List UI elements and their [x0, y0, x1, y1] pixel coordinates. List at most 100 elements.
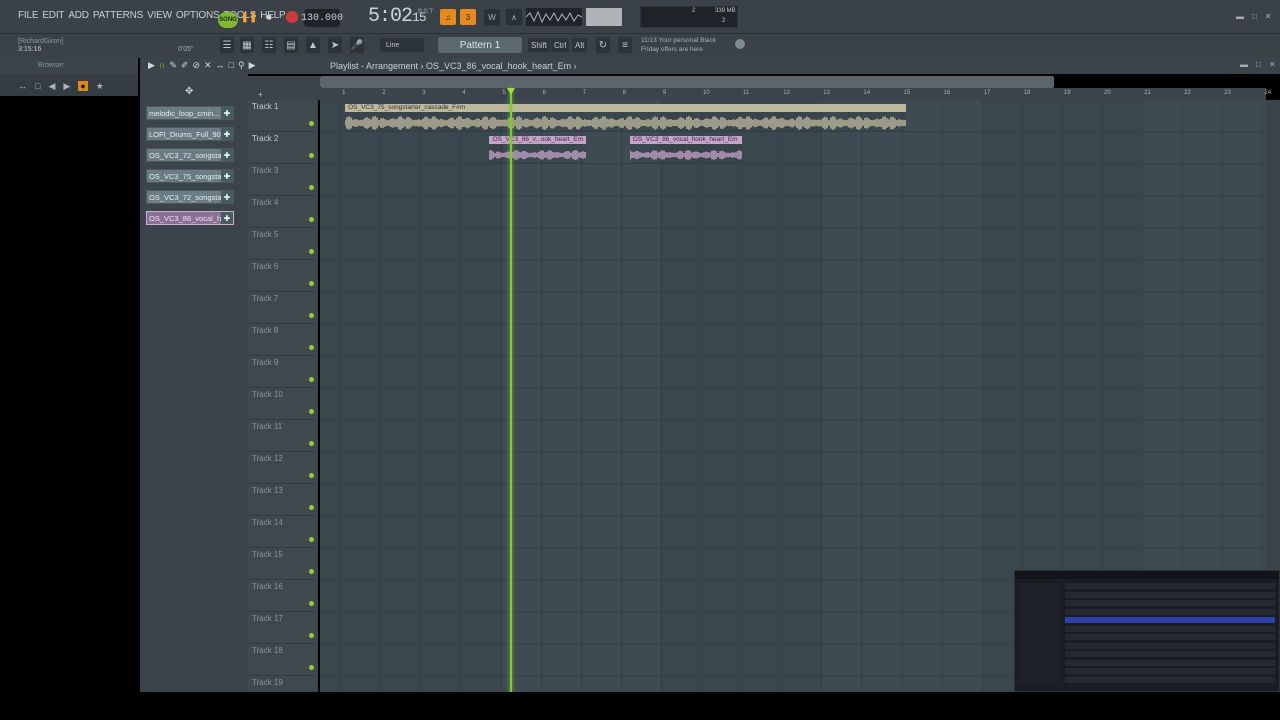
track-enable-led[interactable] — [309, 473, 314, 478]
track-header[interactable]: Track 9 — [248, 356, 318, 388]
channel-button[interactable]: LOFI_Drums_Full_90 ✚ — [146, 127, 234, 141]
track-enable-led[interactable] — [309, 505, 314, 510]
track-header[interactable]: Track 3 — [248, 164, 318, 196]
drag-icon[interactable]: ✥ — [185, 86, 193, 97]
plus-icon[interactable]: ✚ — [221, 170, 233, 182]
arrow-right-icon[interactable]: ▶ — [148, 60, 155, 71]
track-enable-led[interactable] — [309, 665, 314, 670]
menu-view[interactable]: VIEW — [147, 10, 172, 21]
track-header[interactable]: Track 6 — [248, 260, 318, 292]
track-enable-led[interactable] — [309, 249, 314, 254]
slip-icon[interactable]: ↔ — [216, 60, 225, 71]
magnet-icon[interactable]: ∩ — [159, 60, 165, 71]
track-enable-led[interactable] — [309, 185, 314, 190]
plugin-icon[interactable]: ▲ — [306, 37, 320, 53]
close-icon[interactable]: ✕ — [1265, 12, 1272, 21]
track-enable-led[interactable] — [309, 409, 314, 414]
time-display[interactable]: 5:0215 — [368, 5, 427, 28]
track-header[interactable]: Track 14 — [248, 516, 318, 548]
back-icon[interactable]: ◀ — [48, 81, 55, 92]
track-enable-led[interactable] — [309, 601, 314, 606]
audio-clip[interactable]: OS_VC3_75_songstarter_cascade_F#m — [345, 104, 907, 132]
plus-icon[interactable]: ✚ — [221, 149, 233, 161]
playhead-marker[interactable] — [506, 88, 515, 95]
track-header[interactable]: Track 16 — [248, 580, 318, 612]
menu-patterns[interactable]: PATTERNS — [93, 10, 143, 21]
select-icon[interactable]: □ — [229, 60, 234, 71]
track-enable-led[interactable] — [309, 377, 314, 382]
channel-button[interactable]: OS_VC3_72_songstar... ✚ — [146, 148, 234, 162]
track-enable-led[interactable] — [309, 633, 314, 638]
menu-options[interactable]: OPTIONS — [176, 10, 220, 21]
maximize-icon[interactable]: □ — [1252, 12, 1257, 21]
audio-clip[interactable]: OS_VC3_86_vocal_hook_heart_Em — [629, 136, 743, 164]
pattern-selector[interactable]: Pattern 1 — [438, 37, 522, 53]
play-icon[interactable]: ❚❚ — [241, 10, 258, 24]
maximize-icon[interactable]: □ — [1256, 60, 1261, 69]
blend-icon[interactable]: ∧ — [506, 9, 522, 25]
mixer-icon[interactable]: ▤ — [284, 37, 298, 53]
track-enable-led[interactable] — [309, 121, 314, 126]
horizontal-scrollbar[interactable] — [320, 76, 1054, 88]
channel-button[interactable]: melodic_loop_cmin... ✚ — [146, 106, 234, 120]
minimize-icon[interactable]: ▬ — [1240, 60, 1248, 69]
menu-file[interactable]: FILE — [18, 10, 39, 21]
track-header[interactable]: Track 11 — [248, 420, 318, 452]
track-enable-led[interactable] — [309, 281, 314, 286]
track-enable-led[interactable] — [309, 345, 314, 350]
track-enable-led[interactable] — [309, 153, 314, 158]
piano-roll-icon[interactable]: ▦ — [240, 37, 254, 53]
track-header[interactable]: Track 17 — [248, 612, 318, 644]
mute-icon[interactable]: ✕ — [204, 60, 212, 71]
pencil-icon[interactable]: ✎ — [169, 60, 177, 71]
plus-icon[interactable]: ✚ — [221, 128, 233, 140]
star-icon[interactable]: ★ — [96, 81, 104, 92]
plus-icon[interactable]: ✚ — [221, 191, 233, 203]
alt-key[interactable]: Alt — [572, 38, 588, 52]
track-enable-led[interactable] — [309, 441, 314, 446]
track-header[interactable]: Track 13 — [248, 484, 318, 516]
track-enable-led[interactable] — [309, 217, 314, 222]
ctrl-key[interactable]: Ctrl — [551, 38, 570, 52]
track-header[interactable]: Track 5 — [248, 228, 318, 260]
plus-icon[interactable]: ✚ — [221, 212, 233, 224]
timeline-ruler[interactable]: 1 2 3 4 5 6 7 8 9 10 11 12 13 14 15 16 17 18 19 20 21 22 23 24 — [320, 88, 1271, 100]
tempo-display[interactable]: 130.000 — [301, 9, 343, 27]
track-header[interactable]: Track 8 — [248, 324, 318, 356]
track-header[interactable]: Track 1 — [248, 100, 318, 132]
menu-edit[interactable]: EDIT — [42, 10, 64, 21]
file-icon[interactable]: □ — [35, 81, 40, 91]
news-panel[interactable]: 11/13 Your personal Black Friday offers … — [641, 36, 716, 54]
shift-key[interactable]: Shift — [528, 38, 551, 52]
track-header[interactable]: Track 12 — [248, 452, 318, 484]
track-header[interactable]: Track 10 — [248, 388, 318, 420]
delete-icon[interactable]: ⊘ — [192, 60, 200, 71]
track-enable-led[interactable] — [309, 313, 314, 318]
stop-icon[interactable]: ■ — [262, 10, 276, 24]
metronome-icon[interactable]: ♫ — [440, 9, 456, 25]
master-volume[interactable] — [586, 8, 622, 26]
snap-selector[interactable]: Line — [380, 38, 424, 52]
arrow-right-icon[interactable]: ➤ — [328, 37, 342, 53]
track-header[interactable]: Track 2 — [248, 132, 318, 164]
arrows-icon[interactable]: ↔ — [18, 81, 27, 91]
zoom-icon[interactable]: ⚲ — [238, 60, 245, 71]
channel-button[interactable]: OS_VC3_86_vocal_h... ✚ — [146, 211, 234, 225]
close-icon[interactable]: ✕ — [1269, 60, 1276, 69]
track-header[interactable]: Track 7 — [248, 292, 318, 324]
record-icon[interactable] — [286, 11, 298, 23]
countdown-icon[interactable]: 3 — [460, 9, 476, 25]
playhead[interactable] — [509, 88, 512, 692]
channel-button[interactable]: OS_VC3_72_songstar... ✚ — [146, 190, 234, 204]
track-enable-led[interactable] — [309, 569, 314, 574]
track-enable-led[interactable] — [309, 537, 314, 542]
channel-rack-icon[interactable]: ☷ — [262, 37, 276, 53]
menu-add[interactable]: ADD — [68, 10, 89, 21]
plus-icon[interactable]: + — [258, 90, 263, 99]
channel-button[interactable]: OS_VC3_75_songstar... ✚ — [146, 169, 234, 183]
plus-icon[interactable]: ✚ — [221, 107, 233, 119]
globe-icon[interactable] — [735, 39, 745, 49]
loop-icon[interactable]: ↻ — [596, 37, 610, 53]
track-header[interactable]: Track 18 — [248, 644, 318, 676]
minimize-icon[interactable]: ▬ — [1236, 12, 1244, 21]
